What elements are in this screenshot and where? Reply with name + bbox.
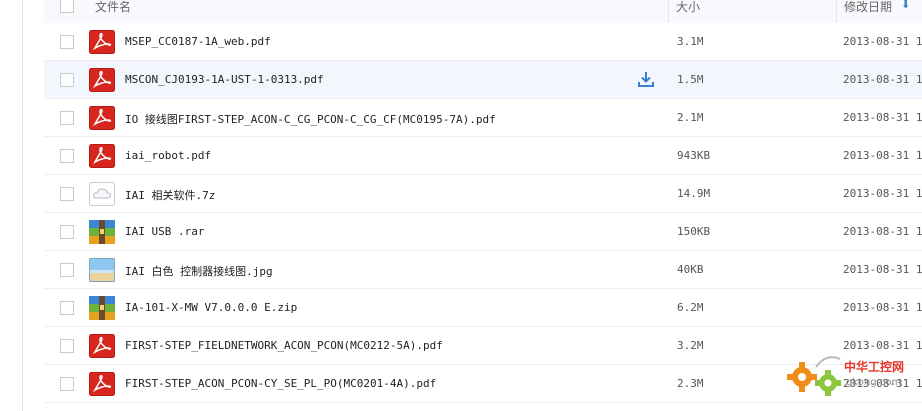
file-date: 2013-08-31 10	[843, 301, 922, 314]
column-header-date[interactable]: 修改日期	[844, 0, 892, 15]
row-checkbox[interactable]	[60, 35, 74, 49]
row-checkbox[interactable]	[60, 263, 74, 277]
row-checkbox[interactable]	[60, 225, 74, 239]
archive-icon	[89, 296, 115, 320]
row-checkbox[interactable]	[60, 301, 74, 315]
file-size: 14.9M	[677, 187, 711, 200]
file-size: 943KB	[677, 149, 711, 162]
archive-icon	[89, 220, 115, 244]
file-date: 2013-08-31 10	[843, 111, 922, 124]
file-date: 2013-08-31 10	[843, 225, 922, 238]
file-size: 1.5M	[677, 73, 704, 86]
file-size: 150KB	[677, 225, 711, 238]
image-icon	[89, 258, 115, 282]
pdf-icon	[89, 372, 115, 396]
cloud-file-icon	[89, 182, 115, 206]
file-name-link[interactable]: FIRST-STEP_ACON_PCON-CY_SE_PL_PO(MC0201-…	[125, 377, 436, 390]
file-name-link[interactable]: MSCON_CJ0193-1A-UST-1-0313.pdf	[125, 73, 324, 86]
file-row[interactable]: IAI USB .rar 150KB 2013-08-31 10	[44, 213, 922, 251]
file-date: 2013-08-31 10	[843, 149, 922, 162]
file-date: 2013-08-31 10	[843, 73, 922, 86]
file-name-link[interactable]: IO 接线图FIRST-STEP_ACON-C_CG_PCON-C_CG_CF(…	[125, 111, 496, 127]
pdf-icon	[89, 144, 115, 168]
file-size: 40KB	[677, 263, 704, 276]
file-name-link[interactable]: IAI 白色 控制器接线图.jpg	[125, 263, 273, 279]
select-all-checkbox[interactable]	[60, 0, 74, 13]
file-date: 2013-08-31 10	[843, 187, 922, 200]
row-checkbox[interactable]	[60, 187, 74, 201]
file-name-link[interactable]: MSEP_CC0187-1A_web.pdf	[125, 35, 271, 48]
file-row[interactable]: MSCON_CJ0193-1A-UST-1-0313.pdf 1.5M 2013-0…	[44, 61, 922, 99]
row-checkbox[interactable]	[60, 377, 74, 391]
row-checkbox[interactable]	[60, 339, 74, 353]
pdf-icon	[89, 106, 115, 130]
sort-desc-icon[interactable]: ⬇	[901, 0, 910, 11]
pdf-icon	[89, 334, 115, 358]
file-row[interactable]: iai_robot.pdf 943KB 2013-08-31 10	[44, 137, 922, 175]
file-name-link[interactable]: IAI USB .rar	[125, 225, 204, 238]
row-checkbox[interactable]	[60, 73, 74, 87]
file-date: 2013-08-31 10	[843, 263, 922, 276]
file-date: 2013-08-31 10	[843, 339, 922, 352]
pdf-icon	[89, 68, 115, 92]
file-size: 2.1M	[677, 111, 704, 124]
column-header-size[interactable]: 大小	[676, 0, 700, 15]
download-icon[interactable]	[637, 70, 655, 88]
file-row[interactable]: IAI 相关软件.7z 14.9M 2013-08-31 10	[44, 175, 922, 213]
file-size: 6.2M	[677, 301, 704, 314]
left-panel-edge	[0, 0, 23, 411]
file-size: 3.1M	[677, 35, 704, 48]
file-name-link[interactable]: IA-101-X-MW V7.0.0.0 E.zip	[125, 301, 297, 314]
gear-icon	[787, 356, 841, 396]
watermark-url: gkong.com	[846, 377, 901, 388]
file-row[interactable]: IO 接线图FIRST-STEP_ACON-C_CG_PCON-C_CG_CF(…	[44, 99, 922, 137]
pdf-icon	[89, 30, 115, 54]
column-header-name[interactable]: 文件名	[95, 0, 131, 15]
file-date: 2013-08-31 10	[843, 35, 922, 48]
row-checkbox[interactable]	[60, 149, 74, 163]
file-name-link[interactable]: iai_robot.pdf	[125, 149, 211, 162]
watermark-title: 中华工控网	[844, 359, 904, 374]
file-row[interactable]: IA-101-X-MW V7.0.0.0 E.zip 6.2M 2013-08-31…	[44, 289, 922, 327]
file-name-link[interactable]: FIRST-STEP_FIELDNETWORK_ACON_PCON(MC0212…	[125, 339, 443, 352]
gkong-watermark-logo: 中华工控网 gkong.com	[787, 356, 904, 396]
file-row[interactable]: MSEP_CC0187-1A_web.pdf 3.1M 2013-08-31 10	[44, 23, 922, 61]
row-checkbox[interactable]	[60, 111, 74, 125]
file-size: 2.3M	[677, 377, 704, 390]
file-size: 3.2M	[677, 339, 704, 352]
file-row[interactable]: IAI 白色 控制器接线图.jpg 40KB 2013-08-31 10	[44, 251, 922, 289]
file-name-link[interactable]: IAI 相关软件.7z	[125, 187, 215, 203]
